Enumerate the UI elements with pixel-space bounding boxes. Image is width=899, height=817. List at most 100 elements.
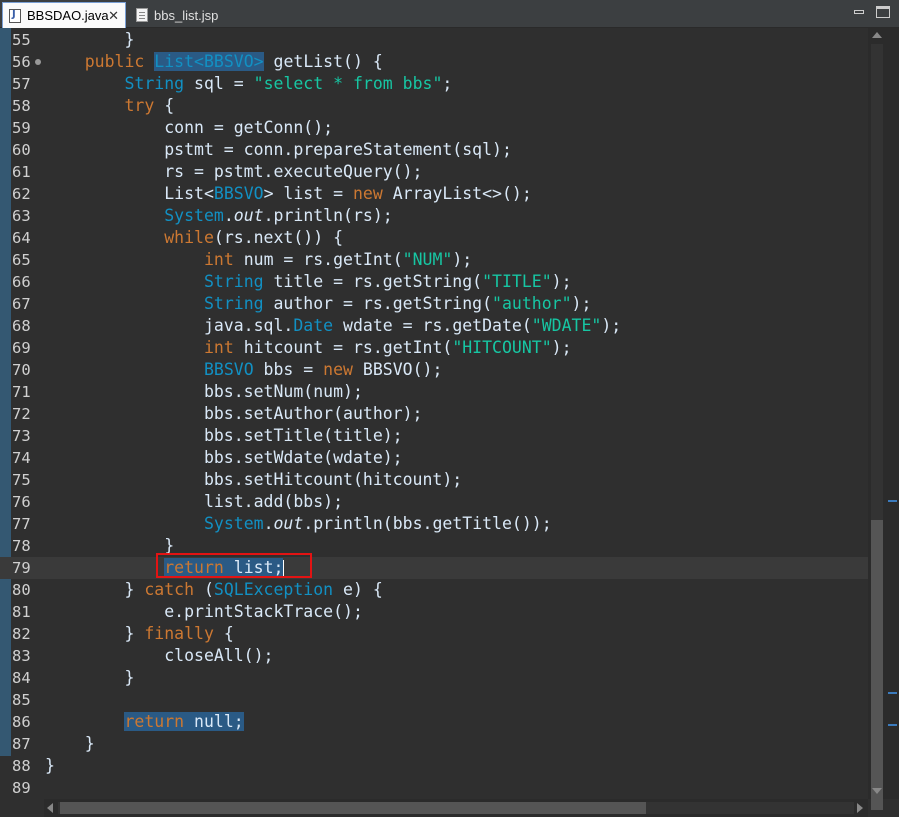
scroll-thumb[interactable]	[60, 802, 646, 814]
code-line[interactable]: 78 }	[0, 535, 868, 557]
overview-marker[interactable]	[888, 692, 897, 694]
code-line[interactable]: 64 while(rs.next()) {	[0, 227, 868, 249]
line-number: 79	[12, 559, 31, 577]
code-line[interactable]: 73 bbs.setTitle(title);	[0, 425, 868, 447]
line-number: 89	[12, 779, 31, 797]
code-token: new	[323, 360, 353, 379]
code-line[interactable]: 70 BBSVO bbs = new BBSVO();	[0, 359, 868, 381]
code-line[interactable]: 59 conn = getConn();	[0, 117, 868, 139]
fold-toggle-icon[interactable]	[35, 59, 41, 65]
line-number: 58	[12, 97, 31, 115]
code-line[interactable]: 75 bbs.setHitcount(hitcount);	[0, 469, 868, 491]
code-line[interactable]: 62 List<BBSVO> list = new ArrayList<>();	[0, 183, 868, 205]
minimize-editor-icon[interactable]	[852, 6, 866, 18]
code-line[interactable]: 63 System.out.println(rs);	[0, 205, 868, 227]
code-token: Date	[293, 316, 334, 335]
code-text: bbs.setAuthor(author);	[45, 403, 423, 425]
code-line[interactable]: 61 rs = pstmt.executeQuery();	[0, 161, 868, 183]
code-line[interactable]: 58 try {	[0, 95, 868, 117]
code-token: }	[45, 624, 145, 643]
code-line[interactable]: 55 }	[0, 29, 868, 51]
code-line[interactable]: 87 }	[0, 733, 868, 755]
code-token: }	[45, 30, 135, 49]
code-line[interactable]: 79 return list;	[0, 557, 868, 579]
code-token: conn = getConn();	[45, 118, 334, 137]
code-line[interactable]: 71 bbs.setNum(num);	[0, 381, 868, 403]
code-line[interactable]: 81 e.printStackTrace();	[0, 601, 868, 623]
code-token: }	[45, 580, 145, 599]
tab-bbsdao-java[interactable]: BBSDAO.java ✕	[2, 2, 126, 28]
code-line[interactable]: 86 return null;	[0, 711, 868, 733]
code-line[interactable]: 56 public List<BBSVO> getList() {	[0, 51, 868, 73]
horizontal-scrollbar[interactable]	[44, 799, 868, 817]
code-line[interactable]: 72 bbs.setAuthor(author);	[0, 403, 868, 425]
code-token: pstmt = conn.prepareStatement(sql);	[45, 140, 512, 159]
line-number: 73	[12, 427, 31, 445]
code-line[interactable]: 77 System.out.println(bbs.getTitle());	[0, 513, 868, 535]
code-token: new	[352, 184, 383, 203]
code-token: closeAll();	[45, 646, 274, 665]
code-token: "select * from bbs"	[253, 74, 443, 93]
code-text: java.sql.Date wdate = rs.getDate("WDATE"…	[45, 315, 621, 337]
code-line[interactable]: 67 String author = rs.getString("author"…	[0, 293, 868, 315]
code-text: bbs.setHitcount(hitcount);	[45, 469, 462, 491]
line-number: 66	[12, 273, 31, 291]
line-number: 60	[12, 141, 31, 159]
code-line[interactable]: 65 int num = rs.getInt("NUM");	[0, 249, 868, 271]
scroll-right-arrow-icon[interactable]	[857, 803, 863, 813]
code-token: list.add(bbs);	[45, 492, 344, 511]
code-token: public	[84, 52, 145, 71]
scroll-thumb[interactable]	[871, 520, 883, 810]
close-tab-icon[interactable]: ✕	[108, 8, 119, 24]
overview-ruler[interactable]	[886, 28, 899, 799]
scroll-up-arrow-icon[interactable]	[872, 32, 882, 38]
tab-label: BBSDAO.java	[27, 8, 109, 23]
editor-tab-bar: BBSDAO.java ✕ bbs_list.jsp	[0, 0, 899, 28]
overview-marker[interactable]	[888, 724, 897, 726]
code-line[interactable]: 80 } catch (SQLException e) {	[0, 579, 868, 601]
line-number: 75	[12, 471, 31, 489]
code-line[interactable]: 76 list.add(bbs);	[0, 491, 868, 513]
scroll-down-arrow-icon[interactable]	[872, 788, 882, 794]
code-token: sql =	[184, 74, 254, 93]
code-text: bbs.setNum(num);	[45, 381, 363, 403]
code-token: List<	[45, 184, 214, 203]
code-token: .println(bbs.getTitle());	[303, 514, 552, 533]
code-line[interactable]: 85	[0, 689, 868, 711]
overview-marker[interactable]	[888, 500, 897, 502]
code-token: try	[124, 96, 155, 115]
line-number: 61	[12, 163, 31, 181]
code-text: }	[45, 755, 55, 777]
tab-bbs-list-jsp[interactable]: bbs_list.jsp	[130, 2, 225, 28]
code-line[interactable]: 57 String sql = "select * from bbs";	[0, 73, 868, 95]
code-line[interactable]: 82 } finally {	[0, 623, 868, 645]
scroll-left-arrow-icon[interactable]	[47, 803, 53, 813]
maximize-editor-icon[interactable]	[876, 6, 890, 18]
code-line[interactable]: 60 pstmt = conn.prepareStatement(sql);	[0, 139, 868, 161]
code-token: );	[601, 316, 622, 335]
line-number: 68	[12, 317, 31, 335]
line-number: 64	[12, 229, 31, 247]
code-line[interactable]: 84 }	[0, 667, 868, 689]
code-text: pstmt = conn.prepareStatement(sql);	[45, 139, 512, 161]
code-token: System	[164, 206, 224, 225]
line-number: 57	[12, 75, 31, 93]
code-line[interactable]: 74 bbs.setWdate(wdate);	[0, 447, 868, 469]
code-line[interactable]: 66 String title = rs.getString("TITLE");	[0, 271, 868, 293]
code-line[interactable]: 88}	[0, 755, 868, 777]
code-editor[interactable]: 55 } 56 public List<BBSVO> getList() {57 …	[0, 28, 868, 799]
line-number: 67	[12, 295, 31, 313]
code-line[interactable]: 83 closeAll();	[0, 645, 868, 667]
code-line[interactable]: 89	[0, 777, 868, 799]
code-line[interactable]: 68 java.sql.Date wdate = rs.getDate("WDA…	[0, 315, 868, 337]
vertical-scrollbar[interactable]	[868, 28, 886, 810]
code-line[interactable]: 69 int hitcount = rs.getInt("HITCOUNT");	[0, 337, 868, 359]
